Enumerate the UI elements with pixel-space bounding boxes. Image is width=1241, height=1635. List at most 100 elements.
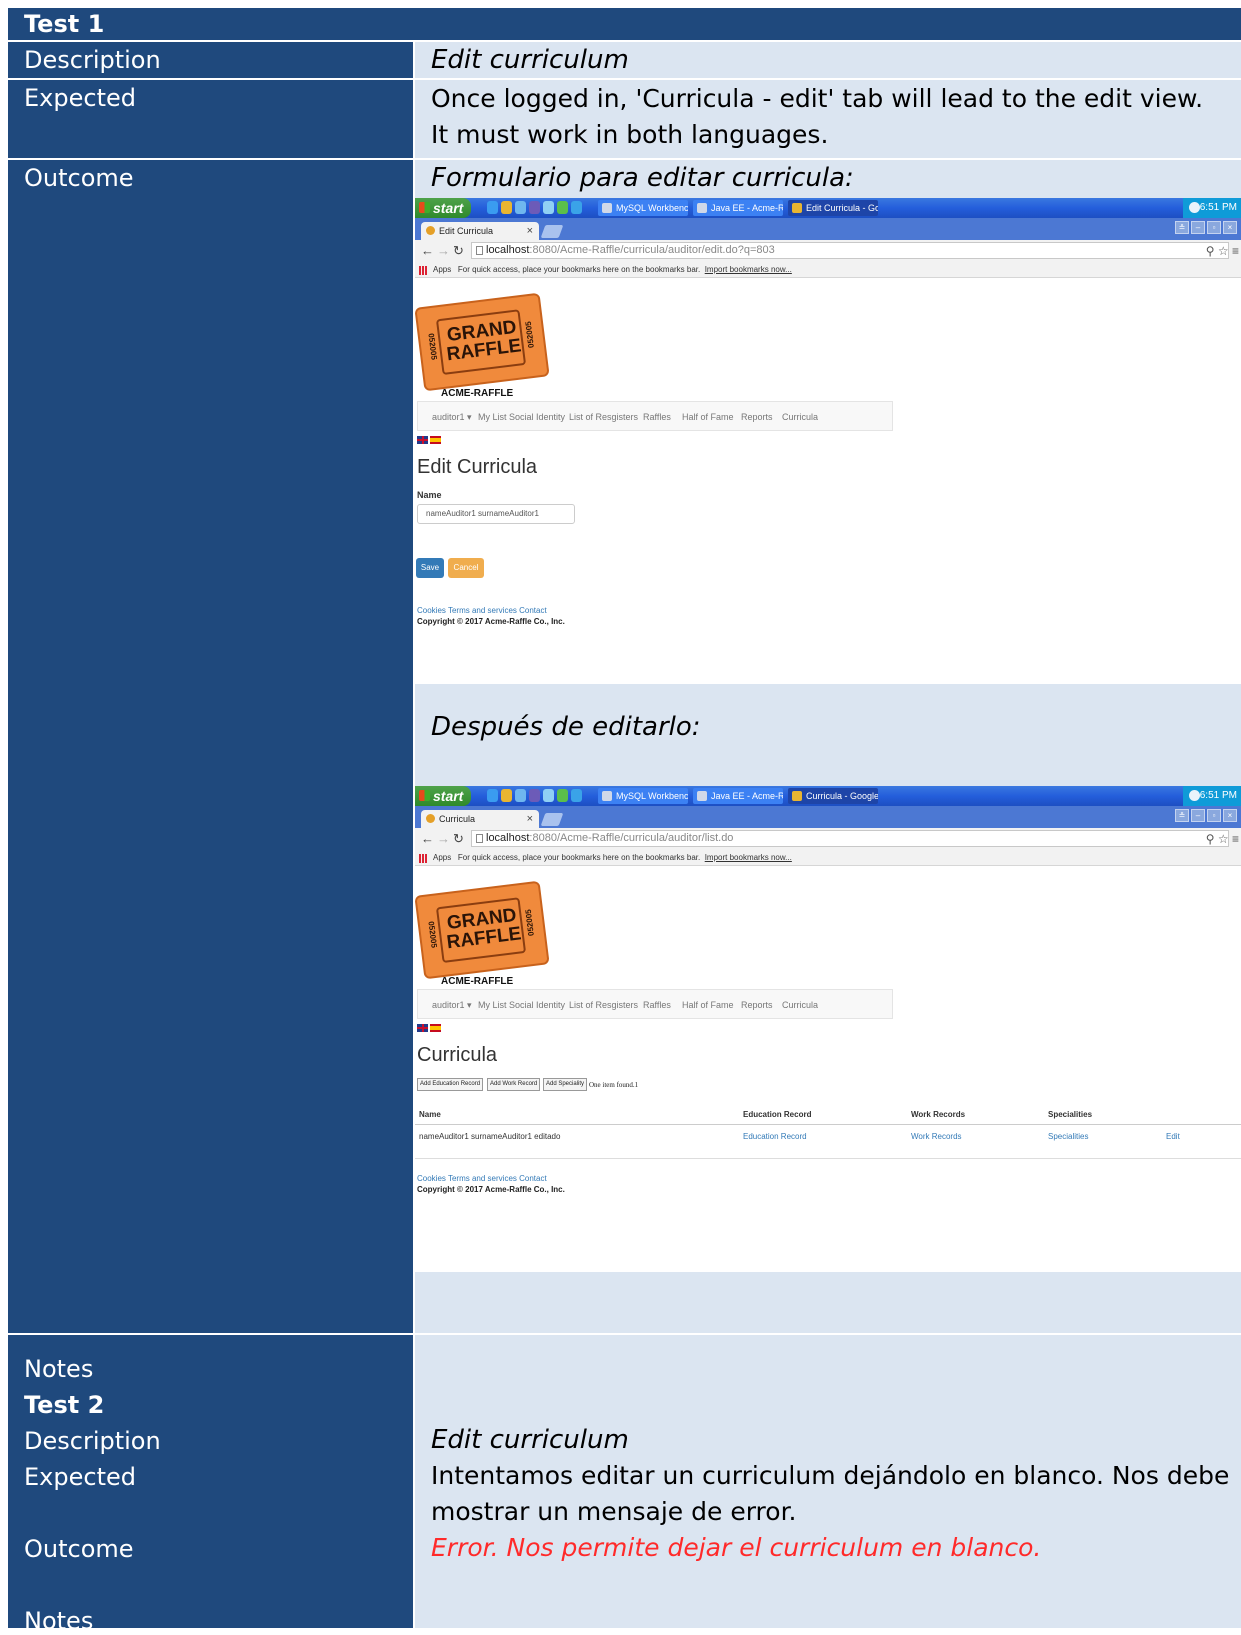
cancel-button[interactable]: Cancel xyxy=(448,558,484,578)
save-button[interactable]: Save xyxy=(416,558,444,578)
education-record-link[interactable]: Education Record xyxy=(743,1132,807,1141)
grand-raffle-logo[interactable]: GRAND RAFFLE 052005 052005 xyxy=(415,880,550,980)
import-bookmarks-link[interactable]: Import bookmarks now... xyxy=(705,265,792,274)
close-tab-icon[interactable]: × xyxy=(527,810,533,828)
forward-arrow-icon[interactable]: → xyxy=(437,831,450,847)
nav-raffles[interactable]: Raffles xyxy=(643,990,671,1020)
add-speciality-button[interactable]: Add Speciality xyxy=(543,1078,588,1091)
add-education-record-button[interactable]: Add Education Record xyxy=(417,1078,484,1091)
tray-icon[interactable] xyxy=(1189,202,1200,213)
nav-curricula[interactable]: Curricula xyxy=(782,402,818,432)
col-header-name: Name xyxy=(419,1110,441,1119)
user-icon[interactable]: ≗ xyxy=(1175,221,1189,234)
nav-raffles[interactable]: Raffles xyxy=(643,402,671,432)
monitor-icon[interactable] xyxy=(543,201,554,214)
user-icon[interactable]: ≗ xyxy=(1175,809,1189,822)
zoom-star-menu-icons[interactable]: ⚲ ☆ ≡ xyxy=(1206,831,1239,847)
back-arrow-icon[interactable]: ← xyxy=(421,243,434,259)
close-window-icon[interactable]: × xyxy=(1223,221,1237,234)
browser-tab[interactable]: Edit Curricula × xyxy=(421,222,539,240)
english-flag-icon[interactable] xyxy=(417,1024,428,1032)
back-arrow-icon[interactable]: ← xyxy=(421,831,434,847)
new-tab-button[interactable] xyxy=(540,813,564,826)
edit-link[interactable]: Edit xyxy=(1166,1132,1180,1141)
work-records-link[interactable]: Work Records xyxy=(911,1132,962,1141)
tool-icon[interactable] xyxy=(557,789,568,802)
nav-social-identity[interactable]: My List Social Identity xyxy=(478,990,565,1020)
specialities-link[interactable]: Specialities xyxy=(1048,1132,1088,1141)
name-input[interactable]: nameAuditor1 surnameAuditor1 xyxy=(417,504,575,524)
ticket-frame: GRAND RAFFLE xyxy=(435,309,527,376)
taskbar-item-java-ee[interactable]: Java EE - Acme-Raffl... xyxy=(693,788,783,804)
close-window-icon[interactable]: × xyxy=(1223,809,1237,822)
nav-half-of-fame[interactable]: Half of Fame xyxy=(682,990,734,1020)
restore-icon[interactable]: ▫ xyxy=(1207,809,1221,822)
url-input[interactable]: localhost:8080/Acme-Raffle/curricula/aud… xyxy=(471,830,1229,847)
url-input[interactable]: localhost:8080/Acme-Raffle/curricula/aud… xyxy=(471,242,1229,259)
apps-grid-icon[interactable] xyxy=(419,266,428,275)
globe-icon[interactable] xyxy=(571,789,582,802)
tray-icon[interactable] xyxy=(1189,790,1200,801)
spanish-flag-icon[interactable] xyxy=(430,1024,441,1032)
eclipse-icon[interactable] xyxy=(529,789,540,802)
document-icon[interactable] xyxy=(515,201,526,214)
forward-arrow-icon[interactable]: → xyxy=(437,243,450,259)
minimize-icon[interactable]: – xyxy=(1191,221,1205,234)
reload-icon[interactable]: ↻ xyxy=(453,243,464,259)
nav-curricula[interactable]: Curricula xyxy=(782,990,818,1020)
footer-links[interactable]: Cookies Terms and services Contact xyxy=(417,606,547,615)
apps-link[interactable]: Apps xyxy=(433,265,451,274)
nav-reports[interactable]: Reports xyxy=(741,990,773,1020)
windows-flag-icon xyxy=(419,202,430,213)
monitor-icon[interactable] xyxy=(543,789,554,802)
minimize-icon[interactable]: – xyxy=(1191,809,1205,822)
browser-tab[interactable]: Curricula × xyxy=(421,810,539,828)
taskbar-item-mysql[interactable]: MySQL Workbench xyxy=(598,200,688,216)
import-bookmarks-link[interactable]: Import bookmarks now... xyxy=(705,853,792,862)
new-tab-button[interactable] xyxy=(540,225,564,238)
omnibox-bar: ← → ↻ localhost:8080/Acme-Raffle/curricu… xyxy=(415,240,1241,262)
grand-raffle-logo[interactable]: GRAND RAFFLE 052005 052005 xyxy=(415,292,550,392)
nav-reports[interactable]: Reports xyxy=(741,402,773,432)
document-icon[interactable] xyxy=(515,789,526,802)
taskbar-item-chrome[interactable]: Curricula - Google Ch... xyxy=(788,788,878,804)
restore-icon[interactable]: ▫ xyxy=(1207,221,1221,234)
nav-half-of-fame[interactable]: Half of Fame xyxy=(682,402,734,432)
test2-outcome-value: Error. Nos permite dejar el curriculum e… xyxy=(431,1533,1042,1562)
test1-expected-value-cell: Once logged in, 'Curricula - edit' tab w… xyxy=(415,80,1241,158)
reload-icon[interactable]: ↻ xyxy=(453,831,464,847)
taskbar-item-java-ee[interactable]: Java EE - Acme-Raffl... xyxy=(693,200,783,216)
tool-icon[interactable] xyxy=(557,201,568,214)
bookmarks-hint: For quick access, place your bookmarks h… xyxy=(457,853,701,862)
test1-description-label: Description xyxy=(24,46,161,74)
nav-user-menu[interactable]: auditor1 ▾ xyxy=(432,402,472,432)
test1-description-label-cell: Description xyxy=(8,42,413,78)
page-icon xyxy=(476,834,483,843)
nav-registers[interactable]: List of Resgisters xyxy=(569,402,638,432)
footer-links[interactable]: Cookies Terms and services Contact xyxy=(417,1174,547,1183)
screenshot-edit-curricula: start MySQL Workbench Java EE - Acme-Raf… xyxy=(415,198,1241,684)
start-button[interactable]: start xyxy=(415,198,471,218)
ie-icon[interactable] xyxy=(487,789,498,802)
english-flag-icon[interactable] xyxy=(417,436,428,444)
nav-social-identity[interactable]: My List Social Identity xyxy=(478,402,565,432)
zoom-star-menu-icons[interactable]: ⚲ ☆ ≡ xyxy=(1206,243,1239,259)
screenshot-curricula-list: start MySQL Workbench Java EE - Acme-Raf… xyxy=(415,786,1241,1272)
chrome-icon[interactable] xyxy=(501,789,512,802)
taskbar-item-chrome[interactable]: Edit Curricula - Googl... xyxy=(788,200,878,216)
start-button[interactable]: start xyxy=(415,786,471,806)
taskbar-item-mysql[interactable]: MySQL Workbench xyxy=(598,788,688,804)
globe-icon[interactable] xyxy=(571,201,582,214)
eclipse-icon[interactable] xyxy=(529,201,540,214)
nav-registers[interactable]: List of Resgisters xyxy=(569,990,638,1020)
chrome-icon[interactable] xyxy=(501,201,512,214)
test2-expected-label: Expected xyxy=(24,1463,136,1491)
nav-user-menu[interactable]: auditor1 ▾ xyxy=(432,990,472,1020)
apps-link[interactable]: Apps xyxy=(433,853,451,862)
apps-grid-icon[interactable] xyxy=(419,854,428,863)
spanish-flag-icon[interactable] xyxy=(430,436,441,444)
close-tab-icon[interactable]: × xyxy=(527,222,533,240)
browser-tab-strip: Curricula × ≗ – ▫ × xyxy=(415,806,1241,828)
ie-icon[interactable] xyxy=(487,201,498,214)
add-work-record-button[interactable]: Add Work Record xyxy=(487,1078,541,1091)
